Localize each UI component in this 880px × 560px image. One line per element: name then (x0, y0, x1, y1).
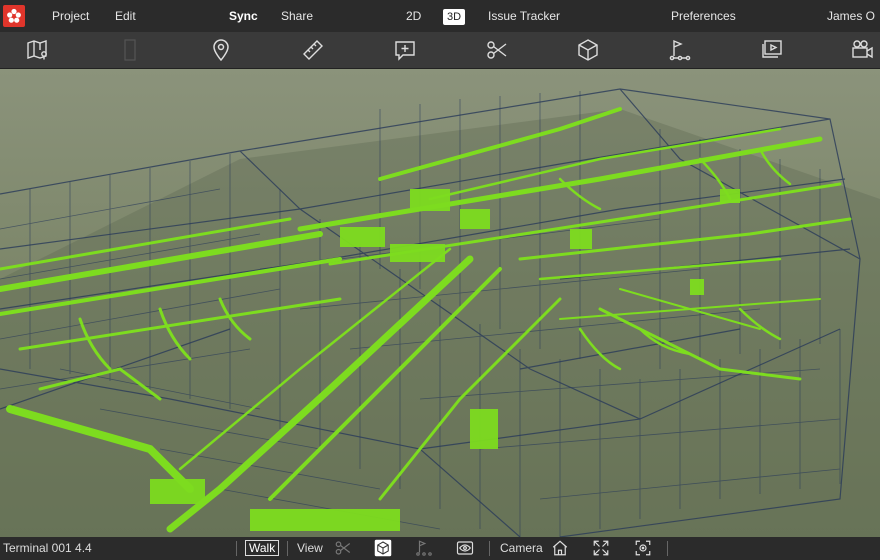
menu-project[interactable]: Project (52, 0, 89, 32)
section-cut-button[interactable] (483, 36, 511, 64)
expand-icon (593, 540, 609, 556)
walk-path-button[interactable] (666, 36, 694, 64)
home-icon (552, 540, 568, 556)
menu-preferences[interactable]: Preferences (671, 0, 736, 32)
separator (667, 541, 668, 556)
menu-edit[interactable]: Edit (115, 0, 136, 32)
scissors-icon (335, 541, 351, 555)
model-name-label: Terminal 001 4.4 (3, 541, 92, 555)
view-label: View (297, 541, 323, 555)
video-camera-icon (852, 40, 873, 59)
mode-3d-button[interactable]: 3D (443, 0, 466, 32)
home-view-button[interactable] (551, 539, 569, 557)
walk-button[interactable]: Walk (245, 537, 280, 560)
visibility-button[interactable] (456, 539, 474, 557)
map-tool-button[interactable] (24, 36, 52, 64)
fit-view-button[interactable] (592, 539, 610, 557)
menu-sync[interactable]: Sync (229, 0, 258, 32)
location-pin-icon (213, 39, 229, 62)
walk-label: Walk (245, 540, 280, 556)
separator (287, 541, 288, 556)
path-flag-icon (669, 39, 691, 61)
tool-toolbar (0, 32, 880, 69)
path-flag-icon (416, 540, 432, 556)
location-tool-button[interactable] (207, 36, 235, 64)
separator (236, 541, 237, 556)
sheet-icon (124, 39, 136, 61)
scissors-icon (487, 41, 507, 59)
slideshow-icon (762, 40, 782, 58)
user-menu[interactable]: James O (827, 0, 875, 32)
add-comment-button[interactable] (391, 36, 419, 64)
cube-icon (374, 539, 392, 557)
3d-model-viewport[interactable] (0, 69, 880, 537)
cube-icon (578, 39, 598, 61)
view-section-button[interactable] (334, 539, 352, 557)
record-video-button[interactable] (848, 36, 876, 64)
presentation-button[interactable] (758, 36, 786, 64)
camera-label: Camera (500, 541, 543, 555)
view-3d-button[interactable] (374, 539, 392, 557)
ruler-icon (303, 40, 323, 60)
top-menu-bar: Project Edit Sync Share 2D 3D Issue Trac… (0, 0, 880, 32)
mode-2d-button[interactable]: 2D (406, 0, 421, 32)
focus-view-button[interactable] (634, 539, 652, 557)
map-icon (27, 40, 47, 60)
focus-icon (635, 540, 651, 556)
bottom-status-bar: Terminal 001 4.4 Walk View Camera (0, 537, 880, 560)
sheet-tool-button[interactable] (116, 36, 144, 64)
app-logo-icon[interactable] (3, 5, 25, 27)
measure-tool-button[interactable] (299, 36, 327, 64)
bim-model-render (0, 88, 880, 537)
separator (489, 541, 490, 556)
mode-3d-label: 3D (443, 9, 466, 25)
view-path-button[interactable] (415, 539, 433, 557)
add-comment-icon (395, 41, 415, 61)
menu-issue-tracker[interactable]: Issue Tracker (488, 0, 560, 32)
menu-share[interactable]: Share (281, 0, 313, 32)
3d-view-button[interactable] (574, 36, 602, 64)
eye-icon (456, 541, 474, 555)
